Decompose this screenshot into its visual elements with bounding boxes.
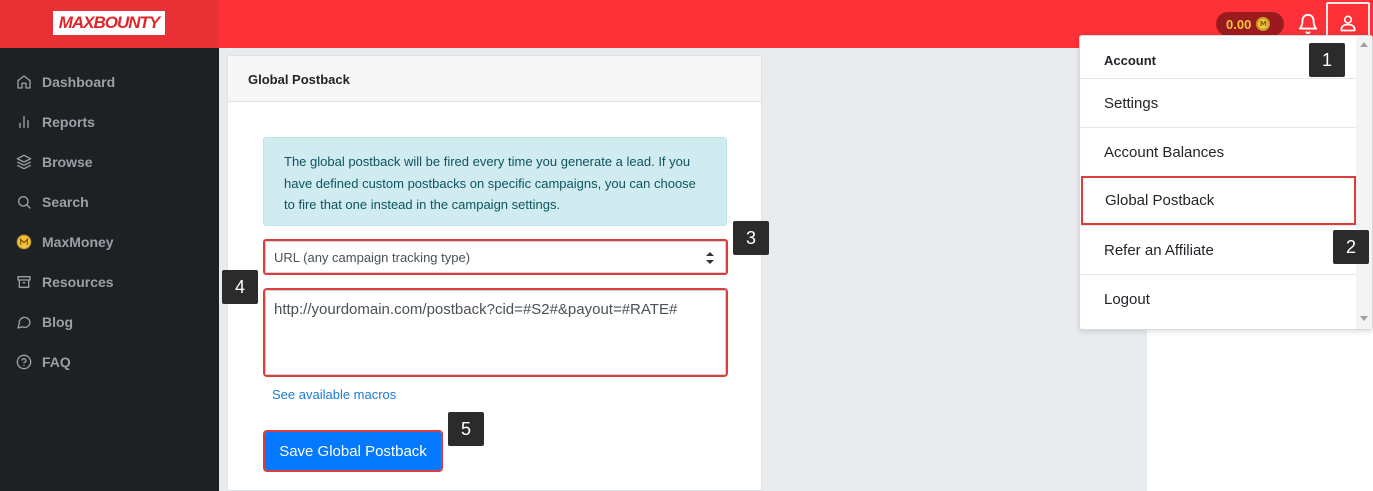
save-button-highlight: Save Global Postback [263, 430, 443, 472]
global-postback-card: Global Postback The global postback will… [227, 55, 762, 491]
menu-item-global-postback[interactable]: Global Postback [1081, 176, 1356, 225]
menu-item-refer-affiliate[interactable]: Refer an Affiliate [1080, 225, 1356, 274]
step-badge-3: 3 [733, 221, 769, 255]
user-icon [1340, 15, 1356, 32]
sidebar-item-reports[interactable]: Reports [16, 112, 95, 132]
sidebar-item-label: Blog [42, 314, 74, 330]
menu-item-settings[interactable]: Settings [1080, 78, 1356, 127]
sidebar-item-browse[interactable]: Browse [16, 152, 93, 172]
card-title: Global Postback [228, 56, 761, 102]
sidebar-item-label: Resources [42, 274, 114, 290]
chat-bubble-icon [17, 316, 31, 329]
scroll-down-arrow-icon[interactable] [1360, 316, 1368, 321]
menu-item-logout[interactable]: Logout [1080, 274, 1356, 323]
balance-amount: 0.00 [1226, 16, 1252, 32]
maxmoney-coin-icon: M [1256, 17, 1271, 31]
balance-pill[interactable]: 0.00 M [1216, 12, 1284, 36]
sidebar-item-label: FAQ [42, 354, 71, 370]
postback-url-textarea[interactable]: http://yourdomain.com/postback?cid=#S2#&… [265, 290, 726, 375]
sidebar-item-search[interactable]: Search [16, 192, 89, 212]
maxbounty-logo[interactable]: MAXBOUNTY [53, 11, 165, 35]
account-dropdown-menu: Account Settings Account Balances Global… [1079, 35, 1373, 330]
sidebar-item-label: Dashboard [42, 74, 116, 90]
archive-box-icon [17, 276, 31, 288]
sidebar-item-label: Search [42, 194, 89, 210]
sidebar-item-label: Reports [42, 114, 95, 130]
sidebar-item-maxmoney[interactable]: MaxMoney [16, 232, 114, 252]
sidebar-item-blog[interactable]: Blog [16, 312, 73, 332]
select-arrows-icon [706, 252, 714, 264]
save-global-postback-button[interactable]: Save Global Postback [265, 432, 441, 470]
sidebar-item-dashboard[interactable]: Dashboard [16, 72, 115, 92]
home-icon [17, 75, 31, 89]
coin-symbol: M [1259, 19, 1267, 28]
see-macros-link[interactable]: See available macros [272, 387, 396, 402]
dropdown-scrollbar[interactable] [1356, 36, 1372, 329]
layers-icon [16, 154, 32, 170]
tracking-type-select[interactable]: URL (any campaign tracking type) [265, 241, 726, 273]
step-badge-1: 1 [1309, 43, 1345, 77]
dropdown-header: Account [1104, 53, 1156, 68]
logo-text: MAXBOUNTY [58, 13, 161, 32]
step-badge-5: 5 [448, 412, 484, 446]
sidebar-item-faq[interactable]: FAQ [16, 352, 71, 372]
bell-icon[interactable] [1297, 13, 1319, 35]
logo-area: MAXBOUNTY [0, 0, 219, 48]
sidebar-item-resources[interactable]: Resources [16, 272, 114, 292]
scroll-up-arrow-icon[interactable] [1360, 42, 1368, 47]
sidebar: Dashboard Reports Browse Search MaxMoney… [0, 48, 219, 491]
tracking-type-select-highlight: URL (any campaign tracking type) [263, 239, 728, 275]
bar-chart-icon [19, 116, 29, 128]
maxmoney-coin-icon [16, 234, 32, 250]
postback-url-highlight: http://yourdomain.com/postback?cid=#S2#&… [263, 288, 728, 377]
info-alert: The global postback will be fired every … [263, 137, 727, 226]
step-badge-4: 4 [222, 270, 258, 304]
search-icon [18, 196, 31, 209]
step-badge-2: 2 [1333, 230, 1369, 264]
select-value: URL (any campaign tracking type) [274, 249, 471, 265]
menu-item-account-balances[interactable]: Account Balances [1080, 127, 1356, 176]
question-circle-icon [16, 354, 32, 370]
sidebar-item-label: MaxMoney [42, 234, 114, 250]
sidebar-item-label: Browse [42, 154, 93, 170]
